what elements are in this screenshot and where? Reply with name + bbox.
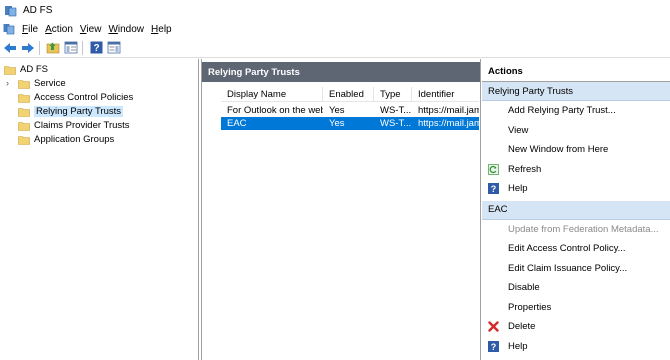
folder-up-icon xyxy=(46,42,60,54)
action-edit-access-control-policy[interactable]: Edit Access Control Policy... xyxy=(482,239,670,259)
list-header: Display Name Enabled Type Identifier xyxy=(221,86,479,102)
action-label: Delete xyxy=(508,321,536,333)
action-properties[interactable]: Properties xyxy=(482,298,670,318)
action-label: Properties xyxy=(508,301,552,313)
action-label: Help xyxy=(508,183,528,195)
results-pane-header: Relying Party Trusts xyxy=(202,62,480,82)
tree-item-label: Relying Party Trusts xyxy=(34,106,123,117)
action-view[interactable]: View xyxy=(482,121,670,141)
forward-button[interactable] xyxy=(20,40,36,56)
action-label: View xyxy=(508,124,529,136)
action-label: Disable xyxy=(508,282,540,294)
table-row-selected[interactable]: EAC Yes WS-T... https://mail.jame xyxy=(221,117,479,130)
console-tree: AD FS › Service Access Control Policies … xyxy=(0,59,199,360)
toolbar-separator xyxy=(82,40,83,55)
column-header-enabled[interactable]: Enabled xyxy=(323,86,374,102)
menu-bar: File Action View Window Help xyxy=(0,20,670,38)
table-row[interactable]: For Outlook on the web Yes WS-T... https… xyxy=(221,104,479,117)
title-bar: AD FS xyxy=(0,0,670,20)
show-hide-console-tree-button[interactable] xyxy=(63,40,79,56)
cell-identifier: https://mail.jame xyxy=(418,118,479,129)
toolbar: ? xyxy=(0,38,670,58)
show-hide-action-pane-button[interactable] xyxy=(106,40,122,56)
tree-root-adfs[interactable]: AD FS xyxy=(4,63,48,76)
menu-window[interactable]: Window xyxy=(108,24,144,35)
column-header-type[interactable]: Type xyxy=(374,86,412,102)
system-menu-icon[interactable] xyxy=(3,23,15,35)
action-label: Edit Access Control Policy... xyxy=(508,243,626,255)
svg-text:?: ? xyxy=(491,184,497,194)
tree-item-claims-provider-trusts[interactable]: Claims Provider Trusts xyxy=(18,119,130,132)
action-label: Update from Federation Metadata... xyxy=(508,223,659,235)
folder-icon xyxy=(18,93,30,103)
action-edit-claim-issuance-policy[interactable]: Edit Claim Issuance Policy... xyxy=(482,259,670,279)
actions-section-eac[interactable]: EAC xyxy=(482,200,670,220)
up-folder-button[interactable] xyxy=(45,40,61,56)
menu-help[interactable]: Help xyxy=(151,24,172,35)
relying-party-list: Display Name Enabled Type Identifier For… xyxy=(221,86,479,130)
action-new-window-from-here[interactable]: New Window from Here xyxy=(482,140,670,160)
action-help[interactable]: ? Help xyxy=(482,179,670,199)
cell-display-name: EAC xyxy=(227,118,247,129)
tree-item-relying-party-trusts[interactable]: Relying Party Trusts xyxy=(18,105,123,118)
chevron-right-icon[interactable]: › xyxy=(6,78,9,88)
svg-text:?: ? xyxy=(93,43,99,54)
actions-title: Actions xyxy=(482,62,670,82)
menu-view[interactable]: View xyxy=(80,24,102,35)
cell-type: WS-T... xyxy=(380,118,412,129)
forward-arrow-icon xyxy=(22,42,34,53)
help-button[interactable]: ? xyxy=(88,40,104,56)
tree-item-service[interactable]: › Service xyxy=(6,77,66,90)
help-icon: ? xyxy=(488,183,499,194)
cell-enabled: Yes xyxy=(329,118,345,129)
tree-item-label: Access Control Policies xyxy=(34,92,134,103)
window-title: AD FS xyxy=(23,4,53,16)
help-icon: ? xyxy=(488,340,499,352)
cell-identifier: https://mail.jame xyxy=(418,105,479,116)
tree-root-label: AD FS xyxy=(20,64,48,75)
action-help-eac[interactable]: ? Help xyxy=(482,337,670,357)
action-delete[interactable]: Delete xyxy=(482,317,670,337)
folder-icon xyxy=(18,121,30,131)
tree-item-label: Service xyxy=(34,78,66,89)
folder-icon xyxy=(4,65,16,75)
action-add-relying-party-trust[interactable]: Add Relying Party Trust... xyxy=(482,101,670,121)
tree-item-access-control-policies[interactable]: Access Control Policies xyxy=(18,91,133,104)
tree-item-label: Claims Provider Trusts xyxy=(34,120,130,131)
action-label: Refresh xyxy=(508,163,542,175)
results-pane: Relying Party Trusts Display Name Enable… xyxy=(201,59,481,360)
tree-item-label: Application Groups xyxy=(34,134,115,145)
console-tree-icon xyxy=(64,41,78,54)
back-arrow-icon xyxy=(4,42,16,53)
back-button[interactable] xyxy=(2,40,18,56)
action-label: Help xyxy=(508,340,528,352)
toolbar-separator xyxy=(39,40,40,55)
menu-action[interactable]: Action xyxy=(45,24,73,35)
action-disable[interactable]: Disable xyxy=(482,278,670,298)
actions-section-relying-party-trusts[interactable]: Relying Party Trusts xyxy=(482,82,670,101)
action-refresh[interactable]: Refresh xyxy=(482,160,670,180)
cell-type: WS-T... xyxy=(380,105,412,116)
column-header-display-name[interactable]: Display Name xyxy=(221,86,323,102)
folder-icon xyxy=(18,107,30,117)
action-label: Add Relying Party Trust... xyxy=(508,105,616,117)
menu-file[interactable]: File xyxy=(22,24,38,35)
cell-display-name: For Outlook on the web xyxy=(227,105,323,116)
folder-icon xyxy=(18,79,30,89)
cell-enabled: Yes xyxy=(329,105,345,116)
refresh-icon xyxy=(488,163,499,175)
tree-item-application-groups[interactable]: Application Groups xyxy=(18,133,114,146)
column-header-identifier[interactable]: Identifier xyxy=(412,87,479,102)
action-label: New Window from Here xyxy=(508,144,609,156)
delete-icon xyxy=(488,321,499,332)
folder-icon xyxy=(18,135,30,145)
action-update-from-federation-metadata[interactable]: Update from Federation Metadata... xyxy=(482,220,670,240)
action-pane-icon xyxy=(107,41,121,54)
adfs-app-icon xyxy=(5,5,17,16)
help-icon: ? xyxy=(90,41,102,54)
actions-pane: Actions Relying Party Trusts Add Relying… xyxy=(482,59,670,360)
svg-text:?: ? xyxy=(491,342,497,352)
action-label: Edit Claim Issuance Policy... xyxy=(508,262,628,274)
